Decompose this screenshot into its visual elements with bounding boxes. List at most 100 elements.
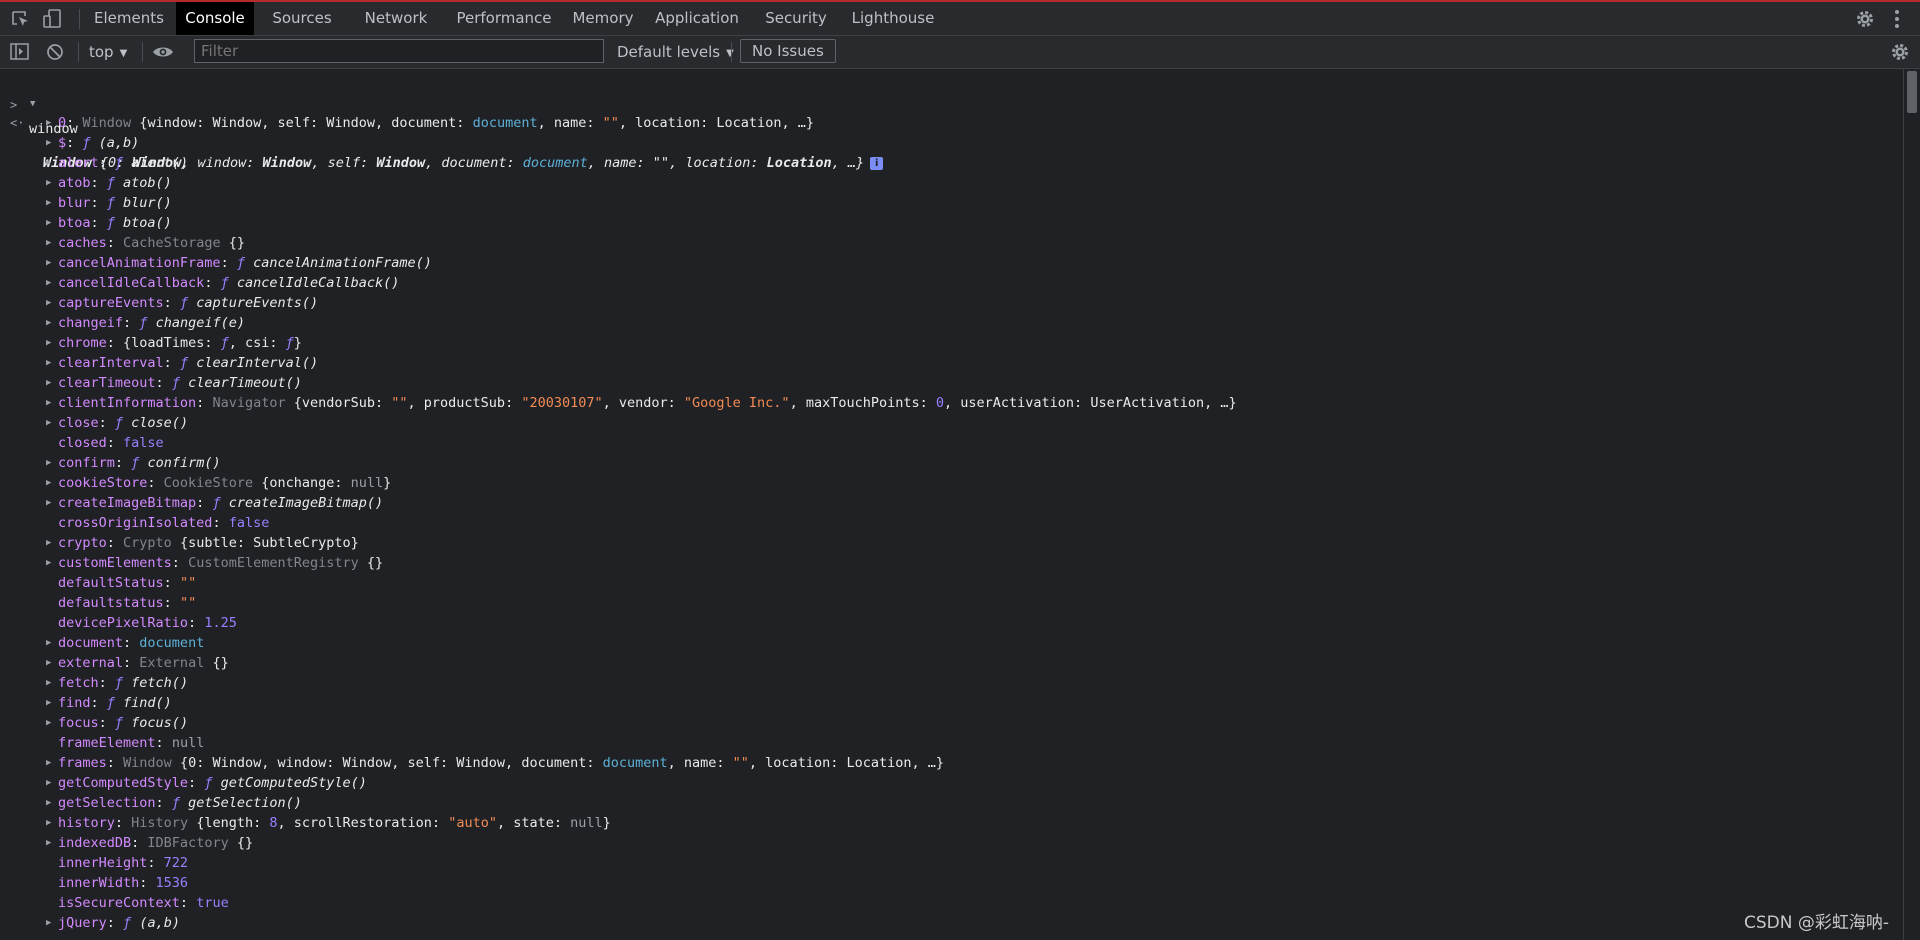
property-row[interactable]: ▶ btoa: ƒ btoa() xyxy=(0,213,1903,233)
property-row[interactable]: ▶ frames: Window {0: Window, window: Wind… xyxy=(0,753,1903,773)
property-row[interactable]: ▶ crypto: Crypto {subtle: SubtleCrypto} xyxy=(0,533,1903,553)
tab-application[interactable]: Application xyxy=(645,2,749,35)
property-row[interactable]: ▶ find: ƒ find() xyxy=(0,693,1903,713)
expand-triangle-right-icon[interactable]: ▶ xyxy=(46,713,51,733)
property-row[interactable]: ▶ document: document xyxy=(0,633,1903,653)
expand-triangle-right-icon[interactable]: ▶ xyxy=(46,313,51,333)
show-sidebar-icon[interactable] xyxy=(8,41,32,63)
clear-console-icon[interactable] xyxy=(43,41,67,63)
property-row[interactable]: ▶ clearTimeout: ƒ clearTimeout() xyxy=(0,373,1903,393)
property-row[interactable]: ▶ fetch: ƒ fetch() xyxy=(0,673,1903,693)
expand-triangle-right-icon[interactable]: ▶ xyxy=(46,393,51,413)
property-row[interactable]: ▶ cancelIdleCallback: ƒ cancelIdleCallbac… xyxy=(0,273,1903,293)
property-row[interactable]: ▶ 0: Window {window: Window, self: Window… xyxy=(0,113,1903,133)
tab-elements[interactable]: Elements xyxy=(88,2,170,35)
expand-triangle-right-icon[interactable]: ▶ xyxy=(46,753,51,773)
expand-triangle-right-icon[interactable]: ▶ xyxy=(46,833,51,853)
expand-triangle-right-icon[interactable]: ▶ xyxy=(46,293,51,313)
property-row[interactable]: ▶ clientInformation: Navigator {vendorSub… xyxy=(0,393,1903,413)
expand-triangle-right-icon[interactable]: ▶ xyxy=(46,693,51,713)
property-row[interactable]: ▶ getComputedStyle: ƒ getComputedStyle() xyxy=(0,773,1903,793)
expand-triangle-right-icon[interactable]: ▶ xyxy=(46,273,51,293)
property-text: defaultstatus: "" xyxy=(58,593,196,613)
tab-console[interactable]: Console xyxy=(176,2,254,35)
expand-triangle-right-icon[interactable]: ▶ xyxy=(46,673,51,693)
expand-triangle-right-icon[interactable]: ▶ xyxy=(46,113,51,133)
live-expression-eye-icon[interactable] xyxy=(151,41,175,63)
expand-triangle-right-icon[interactable]: ▶ xyxy=(46,653,51,673)
console-result-line[interactable]: <· ▼ Window {0: Window, window: Window, … xyxy=(0,93,1903,171)
property-row[interactable]: ▶ jQuery: ƒ (a,b) xyxy=(0,913,1903,933)
context-selector[interactable]: top ▼ xyxy=(89,36,127,68)
property-value-part: : xyxy=(123,655,140,671)
property-row[interactable]: ▶ caches: CacheStorage {} xyxy=(0,233,1903,253)
expand-triangle-right-icon[interactable]: ▶ xyxy=(46,253,51,273)
property-value-part: , scrollRestoration: xyxy=(277,815,449,831)
property-row[interactable]: ▶ history: History {length: 8, scrollRest… xyxy=(0,813,1903,833)
console-settings-gear-icon[interactable] xyxy=(1888,41,1912,63)
property-row: frameElement: null xyxy=(0,733,1903,753)
property-value-part: {length: xyxy=(196,815,270,831)
expand-triangle-right-icon[interactable]: ▶ xyxy=(46,633,51,653)
property-row[interactable]: ▶ getSelection: ƒ getSelection() xyxy=(0,793,1903,813)
tab-security[interactable]: Security xyxy=(753,2,839,35)
property-row[interactable]: ▶ chrome: {loadTimes: ƒ, csi: ƒ} xyxy=(0,333,1903,353)
tab-lighthouse[interactable]: Lighthouse xyxy=(845,2,941,35)
property-row[interactable]: ▶ close: ƒ close() xyxy=(0,413,1903,433)
property-row[interactable]: ▶ alert: ƒ alert() xyxy=(0,153,1903,173)
property-row[interactable]: ▶ focus: ƒ focus() xyxy=(0,713,1903,733)
log-levels-dropdown[interactable]: Default levels ▼ xyxy=(617,36,734,68)
property-value-part: : xyxy=(155,735,172,751)
expand-triangle-right-icon[interactable]: ▶ xyxy=(46,553,51,573)
property-row[interactable]: ▶ clearInterval: ƒ clearInterval() xyxy=(0,353,1903,373)
property-row[interactable]: ▶ confirm: ƒ confirm() xyxy=(0,453,1903,473)
expand-triangle-right-icon[interactable]: ▶ xyxy=(46,533,51,553)
expand-triangle-right-icon[interactable]: ▶ xyxy=(46,473,51,493)
expand-triangle-right-icon[interactable]: ▶ xyxy=(46,373,51,393)
expand-triangle-right-icon[interactable]: ▶ xyxy=(46,773,51,793)
property-row[interactable]: ▶ cancelAnimationFrame: ƒ cancelAnimation… xyxy=(0,253,1903,273)
property-value-part: "" xyxy=(732,755,749,771)
expand-triangle-right-icon[interactable]: ▶ xyxy=(46,333,51,353)
expand-triangle-right-icon[interactable]: ▶ xyxy=(46,153,51,173)
expand-triangle-right-icon[interactable]: ▶ xyxy=(46,413,51,433)
property-row[interactable]: ▶ cookieStore: CookieStore {onchange: nul… xyxy=(0,473,1903,493)
property-row[interactable]: ▶ indexedDB: IDBFactory {} xyxy=(0,833,1903,853)
expand-triangle-down-icon[interactable]: ▼ xyxy=(30,94,35,114)
property-row[interactable]: ▶ changeif: ƒ changeif(e) xyxy=(0,313,1903,333)
tab-memory[interactable]: Memory xyxy=(565,2,641,35)
expand-triangle-right-icon[interactable]: ▶ xyxy=(46,173,51,193)
property-row[interactable]: ▶ $: ƒ (a,b) xyxy=(0,133,1903,153)
property-row[interactable]: ▶ captureEvents: ƒ captureEvents() xyxy=(0,293,1903,313)
issues-button[interactable]: No Issues xyxy=(740,39,836,63)
property-row[interactable]: ▶ external: External {} xyxy=(0,653,1903,673)
expand-triangle-right-icon[interactable]: ▶ xyxy=(46,793,51,813)
property-row[interactable]: ▶ blur: ƒ blur() xyxy=(0,193,1903,213)
property-text: history: History {length: 8, scrollResto… xyxy=(58,813,611,833)
tab-performance[interactable]: Performance xyxy=(449,2,559,35)
expand-triangle-right-icon[interactable]: ▶ xyxy=(46,453,51,473)
property-row[interactable]: ▶ atob: ƒ atob() xyxy=(0,173,1903,193)
settings-gear-icon[interactable] xyxy=(1853,8,1877,30)
console-scrollbar[interactable] xyxy=(1903,69,1920,940)
property-value-part: IDBFactory xyxy=(147,835,237,851)
expand-triangle-right-icon[interactable]: ▶ xyxy=(46,813,51,833)
inspect-element-icon[interactable] xyxy=(9,8,33,30)
expand-triangle-right-icon[interactable]: ▶ xyxy=(46,913,51,933)
more-options-icon[interactable] xyxy=(1885,8,1909,30)
device-toolbar-icon[interactable] xyxy=(41,8,65,30)
expand-triangle-right-icon[interactable]: ▶ xyxy=(46,353,51,373)
expand-triangle-right-icon[interactable]: ▶ xyxy=(46,233,51,253)
expand-triangle-right-icon[interactable]: ▶ xyxy=(46,493,51,513)
filter-input[interactable] xyxy=(194,39,604,63)
expand-triangle-right-icon[interactable]: ▶ xyxy=(46,133,51,153)
tab-sources[interactable]: Sources xyxy=(262,2,342,35)
expand-triangle-right-icon[interactable]: ▶ xyxy=(46,213,51,233)
expand-triangle-right-icon[interactable]: ▶ xyxy=(46,193,51,213)
tab-network[interactable]: Network xyxy=(348,2,444,35)
scrollbar-thumb[interactable] xyxy=(1907,71,1917,113)
property-text: getComputedStyle: ƒ getComputedStyle() xyxy=(58,773,367,793)
property-row[interactable]: ▶ customElements: CustomElementRegistry {… xyxy=(0,553,1903,573)
property-row[interactable]: ▶ createImageBitmap: ƒ createImageBitmap(… xyxy=(0,493,1903,513)
property-key: document xyxy=(58,635,124,651)
